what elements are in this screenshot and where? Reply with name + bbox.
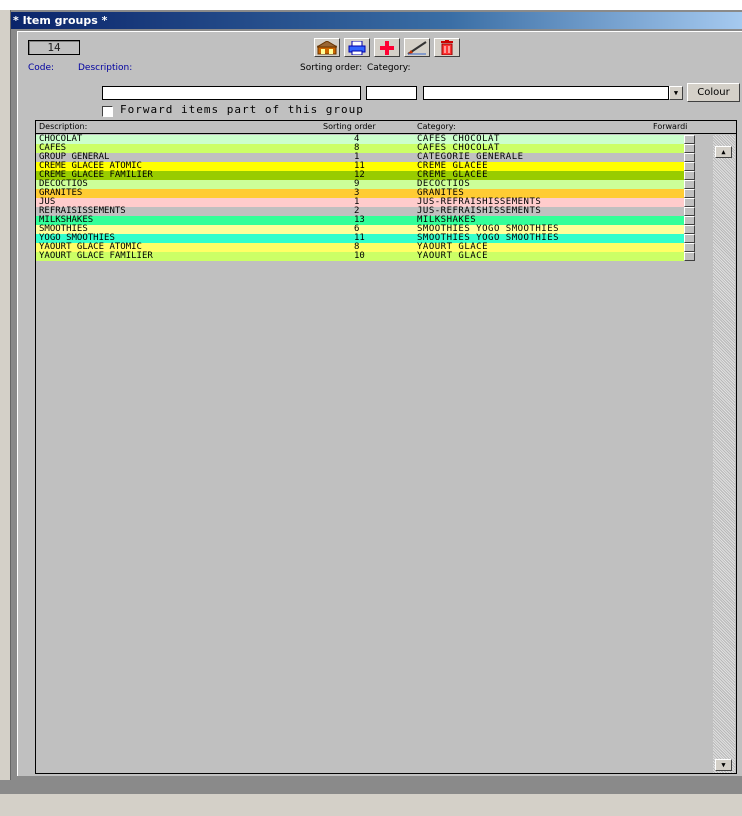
chevron-down-icon: ▼: [673, 89, 679, 97]
description-label: Description:: [78, 63, 133, 73]
forward-checkbox[interactable]: [684, 171, 695, 180]
delete-icon: [441, 40, 453, 55]
toolbar: [314, 38, 460, 57]
item-groups-list: Description: Sorting order Category: For…: [35, 120, 737, 774]
forward-checkbox[interactable]: [684, 243, 695, 252]
arrow-down-icon: ▼: [721, 761, 726, 769]
col-header-forward[interactable]: Forwardi: [653, 122, 687, 133]
forward-checkbox[interactable]: [684, 180, 695, 189]
table-row[interactable]: CREME GLACEE FAMILIER 12 CREME GLACEE: [36, 171, 686, 180]
code-display: 14: [28, 40, 80, 55]
table-row[interactable]: JUS 1 JUS-REFRAISHISSEMENTS: [36, 198, 686, 207]
forward-checkbox[interactable]: [684, 144, 695, 153]
forward-checkbox[interactable]: [684, 207, 695, 216]
category-label: Category:: [367, 63, 411, 73]
table-row[interactable]: CHOCOLAT 4 CAFES CHOCOLAT: [36, 135, 686, 144]
code-label: Code:: [28, 63, 55, 73]
cell-sorting-order: 10: [354, 251, 365, 261]
screen-top-strip: [0, 0, 742, 10]
arrow-up-icon: ▲: [721, 148, 726, 156]
forward-checkbox[interactable]: [684, 198, 695, 207]
cell-description: YAOURT GLACE FAMILIER: [39, 251, 153, 261]
table-row[interactable]: DECOCTIOS 9 DECOCTIOS: [36, 180, 686, 189]
scroll-up-button[interactable]: ▲: [715, 146, 732, 158]
add-button[interactable]: [374, 38, 400, 57]
table-row[interactable]: MILKSHAKES 13 MILKSHAKES: [36, 216, 686, 225]
sorting-order-input[interactable]: [366, 86, 417, 100]
print-icon: [348, 40, 366, 55]
item-groups-window: * Item groups * 14 Code: Description: So…: [10, 10, 742, 780]
col-header-description[interactable]: Description:: [39, 122, 87, 133]
forward-items-label: Forward items part of this group: [120, 103, 364, 116]
print-button[interactable]: [344, 38, 370, 57]
header-divider: [36, 133, 736, 134]
cell-category: YAOURT GLACE: [417, 251, 489, 261]
forward-checkbox[interactable]: [684, 162, 695, 171]
category-dropdown-button[interactable]: ▼: [669, 86, 683, 100]
window-title: * Item groups *: [11, 12, 742, 29]
forward-checkbox[interactable]: [684, 234, 695, 243]
house-icon: [317, 40, 337, 54]
table-row[interactable]: YAOURT GLACE FAMILIER 10 YAOURT GLACE: [36, 252, 686, 261]
forward-checkbox[interactable]: [684, 225, 695, 234]
forward-checkbox[interactable]: [684, 216, 695, 225]
col-header-category[interactable]: Category:: [417, 122, 456, 133]
window-bottom-bar: [0, 780, 742, 794]
forward-checkbox[interactable]: [684, 189, 695, 198]
forward-items-checkbox[interactable]: [102, 106, 113, 117]
forward-checkbox[interactable]: [684, 135, 695, 144]
edit-button[interactable]: [404, 38, 430, 57]
table-row[interactable]: GRANITES 3 GRANITES: [36, 189, 686, 198]
col-header-sorting-order[interactable]: Sorting order: [323, 122, 376, 133]
home-button[interactable]: [314, 38, 340, 57]
delete-button[interactable]: [434, 38, 460, 57]
add-icon: [380, 40, 394, 55]
table-row[interactable]: CAFES 8 CAFES CHOCOLAT: [36, 144, 686, 153]
colour-button[interactable]: Colour: [687, 83, 740, 102]
status-bar: [0, 794, 742, 816]
edit-icon: [407, 40, 427, 55]
forward-checkbox[interactable]: [684, 153, 695, 162]
forward-checkbox[interactable]: [684, 252, 695, 261]
vertical-scrollbar[interactable]: ▲ ▼: [713, 135, 735, 773]
scroll-down-button[interactable]: ▼: [715, 759, 732, 771]
sorting-order-label: Sorting order:: [300, 63, 363, 73]
form-client-area: 14 Code: Description: Sorting order: Cat…: [17, 31, 742, 776]
category-select[interactable]: [423, 86, 669, 100]
description-input[interactable]: [102, 86, 361, 100]
